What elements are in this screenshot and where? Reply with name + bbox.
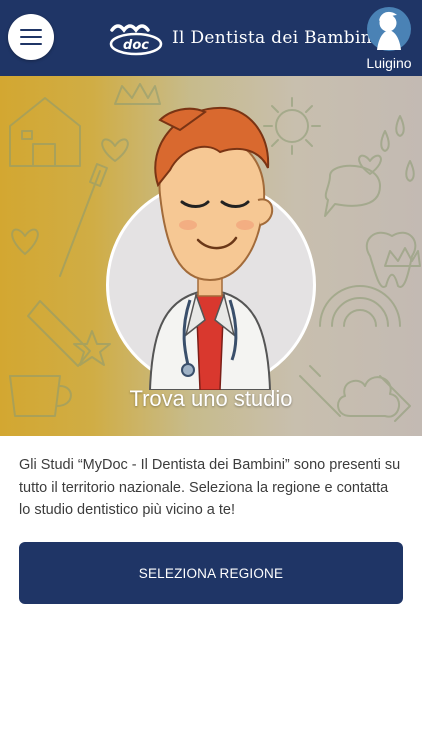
top-bar: doc Il Dentista dei Bambini Luigino <box>0 0 422 76</box>
app-screen: doc Il Dentista dei Bambini Luigino Trov… <box>0 0 422 750</box>
hero-title: Trova uno studio <box>129 386 293 411</box>
user-name: Luigino <box>366 55 412 71</box>
hero-banner: Trova uno studio <box>0 76 422 436</box>
intro-text: Gli Studi “MyDoc - Il Dentista dei Bambi… <box>19 457 401 518</box>
cartoon-dentist-character <box>148 106 274 390</box>
mydoc-logo-icon: doc <box>109 24 163 56</box>
select-region-button[interactable]: SELEZIONA REGIONE <box>19 542 403 604</box>
hamburger-menu-icon <box>20 29 42 31</box>
svg-text:doc: doc <box>123 38 149 53</box>
child-avatar-icon <box>367 7 411 51</box>
brand-name: Il Dentista dei Bambini <box>172 28 378 48</box>
brand[interactable]: doc Il Dentista dei Bambini <box>108 20 378 56</box>
menu-button[interactable] <box>8 14 54 60</box>
user-profile[interactable]: Luigino <box>361 6 417 71</box>
